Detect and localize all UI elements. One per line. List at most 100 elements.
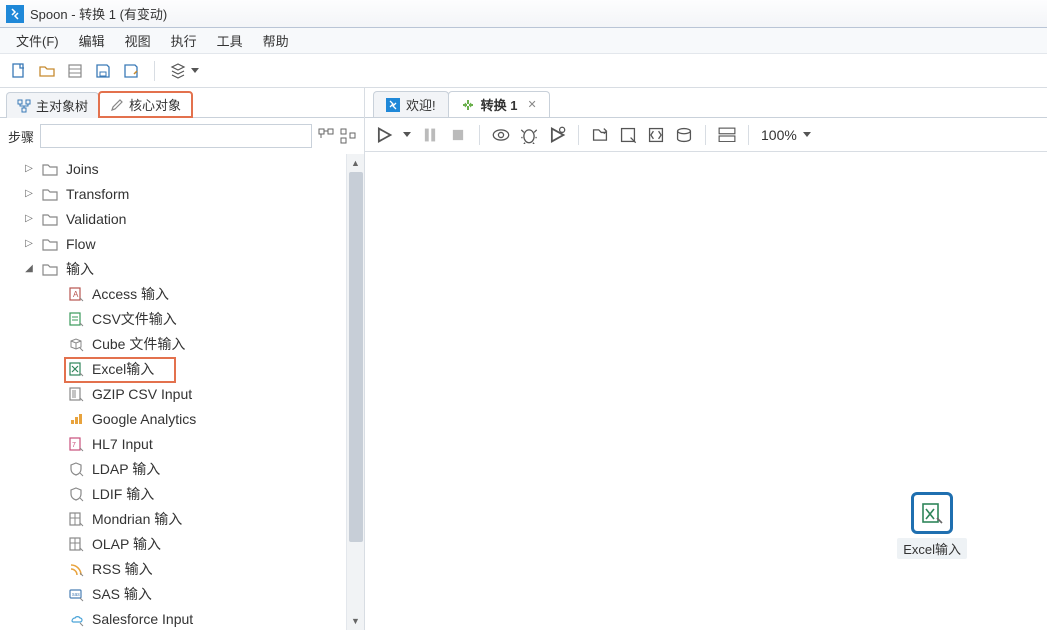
- scroll-down-icon[interactable]: ▼: [347, 612, 364, 630]
- step-tree: ▷ Joins ▷ Transform ▷ Validation ▷: [0, 154, 364, 630]
- expand-all-icon[interactable]: [318, 128, 334, 144]
- stop-icon[interactable]: [449, 126, 467, 144]
- sidebar-tabs: 主对象树 核心对象: [0, 88, 364, 118]
- main-pane: 欢迎! 转换 1 ✕ 100%: [365, 88, 1047, 630]
- menu-view[interactable]: 视图: [117, 28, 159, 53]
- explore-db-icon[interactable]: [675, 126, 693, 144]
- pause-icon[interactable]: [421, 126, 439, 144]
- tree-folder-flow[interactable]: ▷ Flow: [0, 231, 364, 256]
- save-as-icon[interactable]: [122, 62, 140, 80]
- perspective-dropdown[interactable]: [169, 62, 199, 80]
- verify-icon[interactable]: [591, 126, 609, 144]
- menu-run[interactable]: 执行: [163, 28, 205, 53]
- app-icon: [6, 5, 24, 23]
- tree-item-access[interactable]: AAccess 输入: [0, 281, 364, 306]
- scroll-up-icon[interactable]: ▲: [347, 154, 364, 172]
- tree-item-rss[interactable]: RSS 输入: [0, 556, 364, 581]
- folder-label: 输入: [66, 259, 94, 279]
- expand-icon[interactable]: ▷: [24, 213, 34, 224]
- folder-label: Joins: [66, 161, 99, 177]
- step-label: RSS 输入: [92, 559, 153, 579]
- expand-icon[interactable]: ▷: [24, 188, 34, 199]
- folder-icon: [42, 237, 58, 251]
- toolbar: [0, 54, 1047, 88]
- menu-file[interactable]: 文件(F): [8, 28, 67, 53]
- menu-tools[interactable]: 工具: [209, 28, 251, 53]
- step-label: HL7 Input: [92, 436, 153, 452]
- run-icon[interactable]: [375, 126, 393, 144]
- zoom-control[interactable]: 100%: [761, 127, 811, 143]
- debug-icon[interactable]: [520, 126, 538, 144]
- tree-item-excel[interactable]: Excel输入: [0, 356, 364, 381]
- step-icon: A: [68, 286, 84, 302]
- step-label: Cube 文件输入: [92, 334, 185, 354]
- expand-icon[interactable]: ▷: [24, 238, 34, 249]
- collapse-all-icon[interactable]: [340, 128, 356, 144]
- caret-down-icon: [191, 68, 199, 73]
- step-label: Mondrian 输入: [92, 509, 182, 529]
- menu-help[interactable]: 帮助: [255, 28, 297, 53]
- step-icon: [68, 511, 84, 527]
- tree-item-olap[interactable]: OLAP 输入: [0, 531, 364, 556]
- sql-icon[interactable]: [647, 126, 665, 144]
- tree-folder-validation[interactable]: ▷ Validation: [0, 206, 364, 231]
- tree-item-cube[interactable]: Cube 文件输入: [0, 331, 364, 356]
- close-icon[interactable]: ✕: [527, 98, 536, 111]
- tree-item-ldif[interactable]: LDIF 输入: [0, 481, 364, 506]
- run-caret-icon[interactable]: [403, 132, 411, 137]
- tab-core-objects[interactable]: 核心对象: [98, 91, 193, 118]
- pencil-icon: [110, 98, 124, 112]
- preview-icon[interactable]: [492, 126, 510, 144]
- tab-main-tree[interactable]: 主对象树: [6, 92, 99, 118]
- tree-folder-joins[interactable]: ▷ Joins: [0, 156, 364, 181]
- replay-icon[interactable]: [548, 126, 566, 144]
- titlebar: Spoon - 转换 1 (有变动): [0, 0, 1047, 28]
- explore-icon[interactable]: [66, 62, 84, 80]
- step-label: Salesforce Input: [92, 611, 193, 627]
- scroll-thumb[interactable]: [349, 172, 363, 542]
- new-file-icon[interactable]: [10, 62, 28, 80]
- folder-icon: [42, 212, 58, 226]
- filter-input[interactable]: [40, 124, 312, 148]
- step-label: SAS 输入: [92, 584, 152, 604]
- open-file-icon[interactable]: [38, 62, 56, 80]
- tree-item-sas[interactable]: sasSAS 输入: [0, 581, 364, 606]
- tree-item-hl7[interactable]: 7HL7 Input: [0, 431, 364, 456]
- tab-welcome-label: 欢迎!: [406, 95, 436, 114]
- tree-icon: [17, 99, 31, 113]
- tree-item-ldap[interactable]: LDAP 输入: [0, 456, 364, 481]
- show-results-icon[interactable]: [718, 126, 736, 144]
- menu-edit[interactable]: 编辑: [71, 28, 113, 53]
- tree-folder-transform[interactable]: ▷ Transform: [0, 181, 364, 206]
- step-label: LDIF 输入: [92, 484, 154, 504]
- step-icon: [68, 411, 84, 427]
- zoom-value: 100%: [761, 127, 797, 143]
- folder-label: Validation: [66, 211, 126, 227]
- folder-icon: [42, 187, 58, 201]
- impact-icon[interactable]: [619, 126, 637, 144]
- step-icon: [68, 361, 84, 377]
- canvas-step-excel[interactable]: Excel输入: [897, 492, 967, 559]
- step-label: Google Analytics: [92, 411, 196, 427]
- sidebar: 主对象树 核心对象 步骤 ▷ Joins ▷: [0, 88, 365, 630]
- excel-step-icon: [911, 492, 953, 534]
- expand-icon[interactable]: ▷: [24, 163, 34, 174]
- tree-item-gzip[interactable]: GZIP CSV Input: [0, 381, 364, 406]
- step-label: GZIP CSV Input: [92, 386, 192, 402]
- folder-icon: [42, 262, 58, 276]
- tree-item-csv[interactable]: CSV文件输入: [0, 306, 364, 331]
- save-icon[interactable]: [94, 62, 112, 80]
- tab-transformation[interactable]: 转换 1 ✕: [448, 91, 550, 117]
- tree-item-ga[interactable]: Google Analytics: [0, 406, 364, 431]
- tree-item-mondrian[interactable]: Mondrian 输入: [0, 506, 364, 531]
- tab-transformation-label: 转换 1: [481, 95, 518, 114]
- step-icon: [68, 611, 84, 627]
- tree-item-salesforce[interactable]: Salesforce Input: [0, 606, 364, 630]
- folder-label: Flow: [66, 236, 96, 252]
- tab-welcome[interactable]: 欢迎!: [373, 91, 449, 117]
- tree-folder-input[interactable]: ◢ 输入: [0, 256, 364, 281]
- step-label: LDAP 输入: [92, 459, 160, 479]
- collapse-icon[interactable]: ◢: [24, 263, 34, 274]
- canvas[interactable]: Excel输入: [365, 152, 1047, 630]
- sidebar-scrollbar[interactable]: ▲ ▼: [346, 154, 364, 630]
